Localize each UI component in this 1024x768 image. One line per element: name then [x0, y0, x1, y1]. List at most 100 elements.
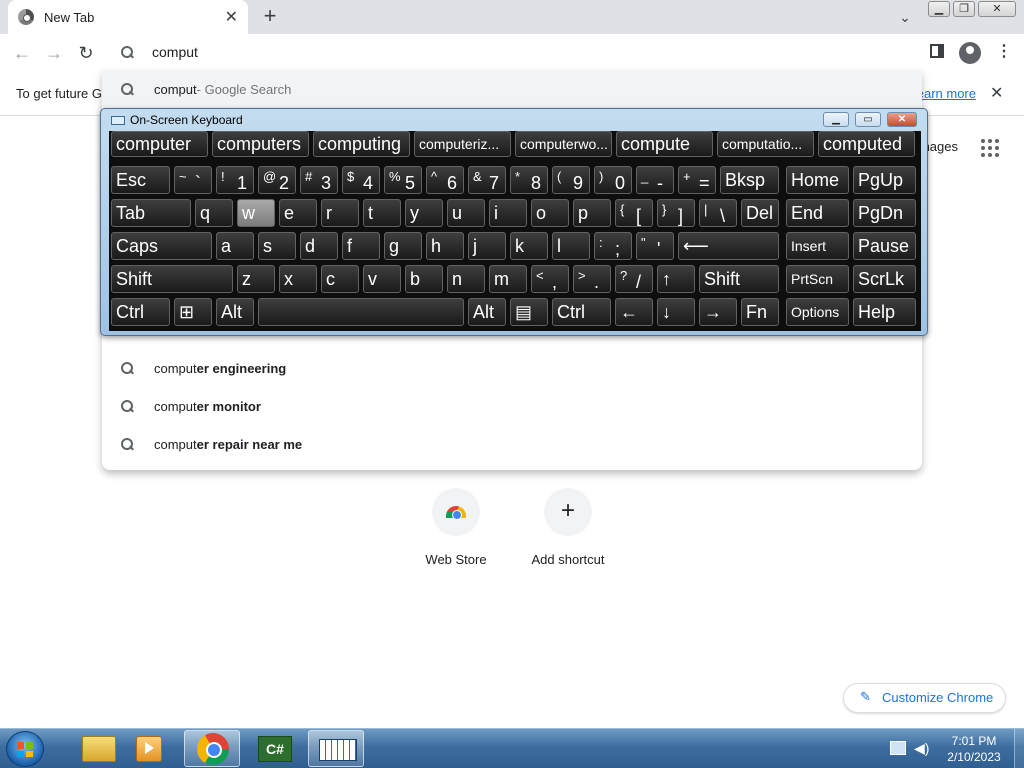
prediction-1[interactable]: computer	[111, 131, 208, 157]
key-a[interactable]: a	[216, 232, 254, 260]
key-sym13[interactable]: + =	[678, 166, 716, 194]
key-sym11[interactable]: ↑	[657, 265, 695, 293]
key-z[interactable]: z	[237, 265, 275, 293]
taskbar-media-player-icon[interactable]	[120, 730, 176, 767]
osk-close-button[interactable]: ✕	[887, 112, 917, 127]
key-v[interactable]: v	[363, 265, 401, 293]
key-scrlk[interactable]: ScrLk	[853, 265, 916, 293]
window-restore-button[interactable]: ❐	[953, 1, 975, 17]
learn-more-link[interactable]: Learn more	[922, 86, 976, 101]
key-alt[interactable]: Alt	[468, 298, 506, 326]
key-prtscn[interactable]: PrtScn	[786, 265, 849, 293]
suggestion-item[interactable]: comput er monitor	[102, 387, 922, 425]
network-icon[interactable]	[890, 741, 906, 755]
key-esc[interactable]: Esc	[111, 166, 170, 194]
key-4[interactable]: $4	[342, 166, 380, 194]
suggestion-item[interactable]: comput er engineering	[102, 349, 922, 387]
forward-arrow-icon[interactable]: →	[42, 42, 66, 64]
key-sym13[interactable]: | \	[699, 199, 737, 227]
key-e[interactable]: e	[279, 199, 317, 227]
omnibox[interactable]	[102, 35, 922, 69]
key-pgup[interactable]: PgUp	[853, 166, 916, 194]
key-shift[interactable]: Shift	[699, 265, 779, 293]
key-b[interactable]: b	[405, 265, 443, 293]
key-sym9[interactable]: →	[699, 298, 737, 326]
key-8[interactable]: * 8	[510, 166, 548, 194]
key-pgdn[interactable]: PgDn	[853, 199, 916, 227]
key-sym7[interactable]: ←	[615, 298, 653, 326]
show-desktop-button[interactable]	[1014, 729, 1024, 768]
prediction-8[interactable]: computed	[818, 131, 915, 157]
key-0[interactable]: ) 0	[594, 166, 632, 194]
taskbar-chrome-icon[interactable]	[184, 730, 240, 767]
prediction-6[interactable]: compute	[616, 131, 713, 157]
prediction-3[interactable]: computing	[313, 131, 410, 157]
key-tab[interactable]: Tab	[111, 199, 191, 227]
prediction-7[interactable]: computatio...	[717, 131, 814, 157]
profile-avatar-icon[interactable]	[959, 42, 981, 64]
key-ctrl[interactable]: Ctrl	[111, 298, 170, 326]
key-x[interactable]: x	[279, 265, 317, 293]
key-sym8[interactable]: ↓	[657, 298, 695, 326]
key-p[interactable]: p	[573, 199, 611, 227]
key-d[interactable]: d	[300, 232, 338, 260]
clock[interactable]: 7:01 PM 2/10/2023	[936, 731, 1012, 765]
chrome-menu-icon[interactable]: ⋮	[996, 42, 1012, 62]
key-3[interactable]: #3	[300, 166, 338, 194]
key-sym11[interactable]: {[	[615, 199, 653, 227]
key-n[interactable]: n	[447, 265, 485, 293]
key-sym12[interactable]: }]	[657, 199, 695, 227]
prediction-2[interactable]: computers	[212, 131, 309, 157]
google-apps-icon[interactable]	[981, 139, 999, 157]
info-bar-close-icon[interactable]: ✕	[990, 83, 1003, 103]
key-sym9[interactable]: >.	[573, 265, 611, 293]
key-6[interactable]: ^ 6	[426, 166, 464, 194]
key-insert[interactable]: Insert	[786, 232, 849, 260]
shortcut-add[interactable]: + Add shortcut	[512, 488, 624, 567]
key-sym12[interactable]: _ -	[636, 166, 674, 194]
osk-minimize-button[interactable]: ▁	[823, 112, 849, 127]
tab-new-tab[interactable]: New Tab ✕	[8, 0, 248, 34]
key-end[interactable]: End	[786, 199, 849, 227]
key-l[interactable]: l	[552, 232, 590, 260]
volume-icon[interactable]: ◀)	[914, 741, 929, 755]
key-c[interactable]: c	[321, 265, 359, 293]
taskbar-osk-icon[interactable]	[308, 730, 364, 767]
key-g[interactable]: g	[384, 232, 422, 260]
key-options[interactable]: Options	[786, 298, 849, 326]
key-y[interactable]: y	[405, 199, 443, 227]
window-minimize-button[interactable]: ▁	[928, 1, 950, 17]
start-button[interactable]	[6, 731, 44, 767]
key-home[interactable]: Home	[786, 166, 849, 194]
images-link[interactable]: Images	[928, 139, 958, 154]
key-space[interactable]	[258, 298, 464, 326]
key-sym1[interactable]: ~ `	[174, 166, 212, 194]
omnibox-input[interactable]	[152, 41, 892, 63]
key-sym1[interactable]: ⊞	[174, 298, 212, 326]
key-shift[interactable]: Shift	[111, 265, 233, 293]
key-fn[interactable]: Fn	[741, 298, 779, 326]
key-j[interactable]: j	[468, 232, 506, 260]
key-7[interactable]: & 7	[468, 166, 506, 194]
key-1[interactable]: ! 1	[216, 166, 254, 194]
key-sym10[interactable]: ? /	[615, 265, 653, 293]
key-del[interactable]: Del	[741, 199, 779, 227]
reload-icon[interactable]: ↻	[74, 42, 98, 64]
key-i[interactable]: i	[489, 199, 527, 227]
key-sym5[interactable]: ▤	[510, 298, 548, 326]
key-o[interactable]: o	[531, 199, 569, 227]
key-5[interactable]: % 5	[384, 166, 422, 194]
back-arrow-icon[interactable]: ←	[10, 42, 34, 64]
key-h[interactable]: h	[426, 232, 464, 260]
key-r[interactable]: r	[321, 199, 359, 227]
side-panel-icon[interactable]	[930, 44, 944, 58]
key-ctrl[interactable]: Ctrl	[552, 298, 611, 326]
key-sym12[interactable]: ⟵	[678, 232, 779, 260]
key-caps[interactable]: Caps	[111, 232, 212, 260]
key-m[interactable]: m	[489, 265, 527, 293]
taskbar-csharp-icon[interactable]	[246, 730, 302, 767]
key-t[interactable]: t	[363, 199, 401, 227]
key-u[interactable]: u	[447, 199, 485, 227]
key-k[interactable]: k	[510, 232, 548, 260]
key-sym10[interactable]: :;	[594, 232, 632, 260]
